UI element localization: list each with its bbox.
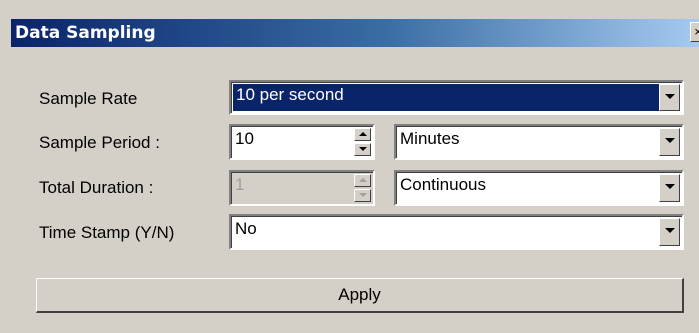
sample-rate-value: 10 per second [233,84,660,111]
total-duration-value: 1 [235,175,245,194]
total-duration-unit-dropdown[interactable]: Continuous [394,170,684,206]
chevron-down-icon [665,184,675,189]
title-bar[interactable]: Data Sampling × [11,19,699,47]
dialog-title: Data Sampling [15,23,156,43]
apply-button[interactable]: Apply [36,278,684,313]
total-duration-spin-up-button [354,174,371,187]
total-duration-label: Total Duration : [39,178,154,197]
sample-period-label: Sample Period : [39,133,160,152]
time-stamp-dropdown[interactable]: No [229,214,684,250]
close-button[interactable]: × [690,22,699,42]
sample-period-spinner[interactable]: 10 [229,124,375,160]
total-duration-spinner: 1 [229,170,375,206]
data-sampling-dialog: Data Sampling × Sample Rate 10 per secon… [0,0,699,333]
time-stamp-dropdown-button[interactable] [659,218,680,246]
sample-rate-label: Sample Rate [39,89,138,108]
spin-up-icon [359,178,367,182]
sample-period-spin-up-button[interactable] [354,128,371,141]
chevron-down-icon [665,138,675,143]
close-icon: × [694,24,699,39]
sample-period-spin-down-button[interactable] [354,143,371,156]
spin-down-icon [359,193,367,197]
spin-down-icon [359,147,367,151]
sample-rate-dropdown[interactable]: 10 per second [229,80,684,115]
time-stamp-label: Time Stamp (Y/N) [39,223,175,242]
total-duration-unit-dropdown-button[interactable] [659,174,680,202]
sample-rate-dropdown-button[interactable] [659,84,680,111]
sample-period-value: 10 [235,129,254,148]
chevron-down-icon [665,228,675,233]
sample-period-unit-dropdown[interactable]: Minutes [394,124,684,160]
sample-period-unit-value: Minutes [400,129,460,148]
time-stamp-value: No [235,219,257,238]
spin-up-icon [359,132,367,136]
total-duration-unit-value: Continuous [400,175,487,194]
sample-period-unit-dropdown-button[interactable] [659,128,680,156]
total-duration-spin-down-button [354,189,371,202]
chevron-down-icon [665,94,675,99]
